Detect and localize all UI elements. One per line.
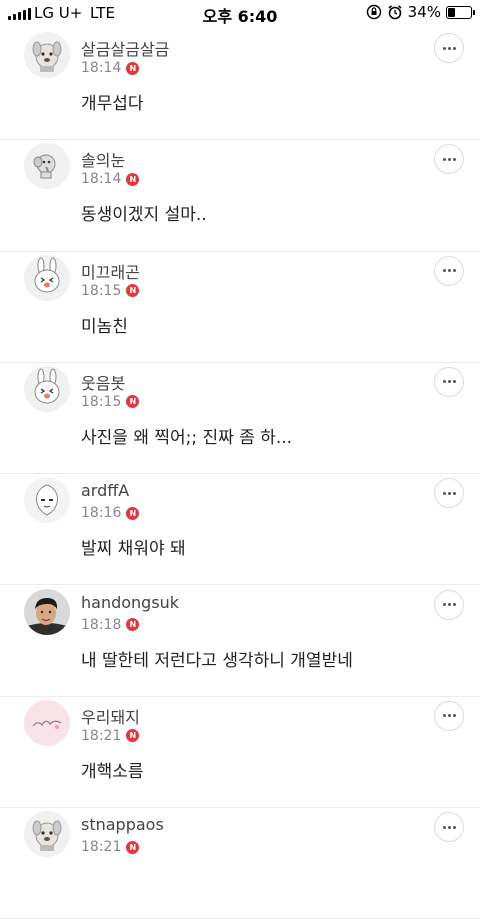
comment-meta: 18:21 N <box>81 727 140 744</box>
comment-time: 18:14 <box>81 60 122 76</box>
alarm-icon <box>388 5 402 20</box>
new-badge-icon: N <box>126 395 140 409</box>
comment-item: handongsuk 18:18 N 내 딸한테 저런다고 생각하니 개열받네 <box>0 585 480 697</box>
comment-time: 18:15 <box>81 282 122 299</box>
peach-sticker-avatar[interactable] <box>24 477 70 524</box>
comment-username[interactable]: 살금살금살금 <box>81 36 169 60</box>
more-options-button[interactable] <box>434 589 464 620</box>
comment-time: 18:18 <box>81 616 122 633</box>
rabbit-sticker-avatar[interactable] <box>24 365 70 412</box>
new-badge-icon: N <box>126 61 140 75</box>
new-badge-icon: N <box>126 172 140 186</box>
comment-text: 사진을 왜 찍어;; 진짜 좀 하... <box>81 427 293 448</box>
comment-text: 개무섭다 <box>81 94 144 114</box>
new-badge-icon: N <box>126 840 140 854</box>
battery-icon <box>446 5 475 19</box>
more-dot <box>447 157 451 161</box>
battery-percent: 34% <box>407 3 441 21</box>
dog-sticker-avatar[interactable] <box>24 811 70 858</box>
new-badge-icon: N <box>126 618 140 631</box>
comment-meta: 18:15 N <box>81 393 140 410</box>
more-dot <box>442 157 446 161</box>
status-bar: LG U+ LTE 오후 6:40 34% <box>0 0 480 28</box>
more-options-button[interactable] <box>434 33 464 63</box>
more-dot <box>447 46 451 50</box>
more-dot <box>442 269 446 273</box>
comment-username[interactable]: ardffA <box>81 481 129 500</box>
rabbit-sticker-avatar[interactable] <box>24 254 70 301</box>
battery-level <box>448 7 456 17</box>
comment-item: 살금살금살금 18:14 N 개무섭다 <box>0 28 480 141</box>
comment-username[interactable]: 웃음봇 <box>81 370 125 394</box>
more-dot <box>452 46 456 50</box>
more-dot <box>442 380 446 384</box>
comment-username[interactable]: 솔의눈 <box>81 147 125 171</box>
pink-handwriting-avatar[interactable] <box>24 699 70 746</box>
man-photo-avatar[interactable] <box>24 588 70 635</box>
more-dot <box>447 603 451 606</box>
more-dot <box>447 269 451 273</box>
comment-item: 미끄래곤 18:15 N 미놈친 <box>0 251 480 363</box>
more-dot <box>442 714 446 718</box>
comment-username[interactable]: stnappaos <box>81 815 164 834</box>
comment-item: 웃음봇 18:15 N 사진을 왜 찍어;; 진짜 좀 하... <box>0 362 480 475</box>
comment-item: 솔의눈 18:14 N 동생이겠지 설마.. <box>0 139 480 252</box>
more-dot <box>452 491 456 495</box>
comment-meta: 18:16 N <box>81 505 140 522</box>
comment-username[interactable]: 미끄래곤 <box>81 259 140 283</box>
more-dot <box>447 491 451 495</box>
comment-time: 18:16 <box>81 505 122 522</box>
rotation-lock-icon <box>366 4 381 20</box>
comment-username[interactable]: 우리돼지 <box>81 704 140 728</box>
elephant-sticker-avatar[interactable] <box>24 143 70 190</box>
more-dot <box>442 491 446 495</box>
more-options-button[interactable] <box>434 255 464 286</box>
more-dot <box>447 714 451 718</box>
new-badge-icon: N <box>126 284 140 298</box>
comment-item: 우리돼지 18:21 N 개핵소름 <box>0 696 480 809</box>
more-dot <box>442 603 446 606</box>
more-dot <box>452 714 456 718</box>
comment-item: ardffA 18:16 N 발찌 채워야 돼 <box>0 473 480 586</box>
more-options-button[interactable] <box>434 366 464 397</box>
more-options-button[interactable] <box>434 812 464 843</box>
more-dot <box>442 46 446 50</box>
more-options-button[interactable] <box>434 478 464 509</box>
comment-time: 18:14 <box>81 171 122 188</box>
new-badge-icon: N <box>126 506 140 520</box>
new-badge-icon: N <box>126 729 140 743</box>
comment-meta: 18:18 N <box>81 616 140 633</box>
comment-username[interactable]: handongsuk <box>81 593 179 612</box>
more-dot <box>452 825 456 829</box>
comment-time: 18:21 <box>81 727 122 744</box>
more-dot <box>452 603 456 606</box>
comment-text: 미놈친 <box>81 316 128 337</box>
more-dot <box>452 380 456 384</box>
comment-text: 발찌 채워야 돼 <box>81 539 186 560</box>
comment-text: 동생이겠지 설마.. <box>81 205 207 226</box>
more-dot <box>442 825 446 829</box>
comment-time: 18:21 <box>81 839 122 856</box>
more-dot <box>452 157 456 161</box>
dog-sticker-avatar[interactable] <box>24 32 70 78</box>
comment-meta: 18:14 N <box>81 60 140 76</box>
comment-time: 18:15 <box>81 393 122 410</box>
comment-meta: 18:21 N <box>81 839 140 856</box>
comment-item: stnappaos 18:21 N <box>0 807 480 919</box>
comment-text: 내 딸한테 저런다고 생각하니 개열받네 <box>81 650 353 671</box>
comment-text: 개핵소름 <box>81 761 144 782</box>
more-dot <box>452 269 456 273</box>
more-dot <box>447 380 451 384</box>
comment-meta: 18:15 N <box>81 282 140 299</box>
comment-meta: 18:14 N <box>81 171 140 188</box>
more-options-button[interactable] <box>434 700 464 731</box>
more-dot <box>447 825 451 829</box>
more-options-button[interactable] <box>434 144 464 175</box>
